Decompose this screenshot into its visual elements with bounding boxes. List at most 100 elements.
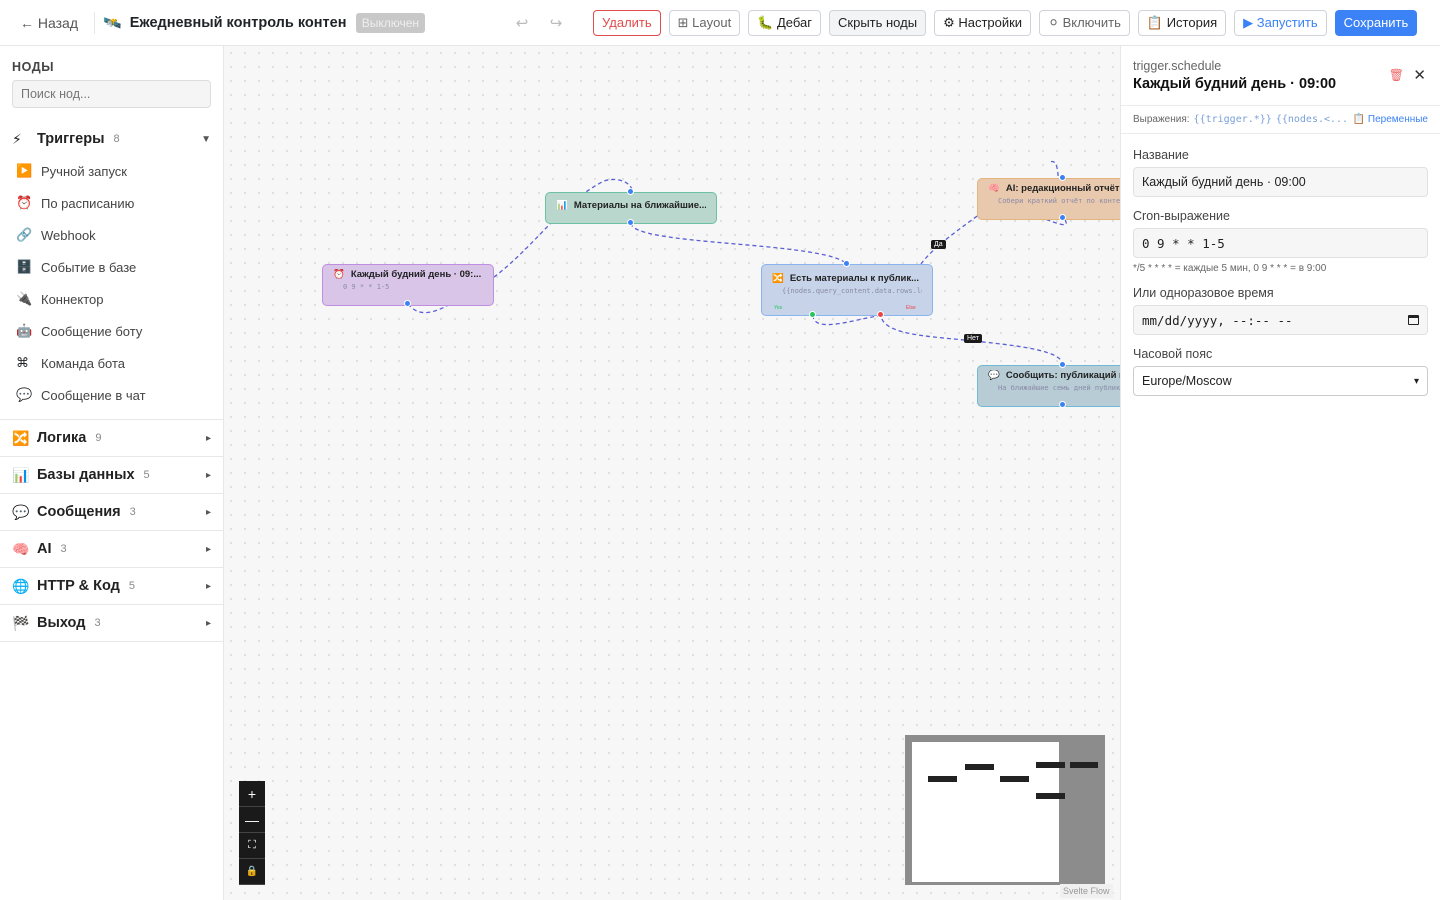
satellite-icon: 🛰️ xyxy=(103,14,122,32)
field-name: Название Каждый будний день · 09:00 xyxy=(1121,148,1440,197)
speech-bubble-icon: 💬 xyxy=(16,387,33,402)
trash-icon[interactable]: 🗑 xyxy=(1389,68,1404,82)
calendar-icon[interactable] xyxy=(1408,315,1419,325)
workflow-title[interactable]: Ежедневный контроль контен xyxy=(130,15,350,31)
sidebar-item-db-event[interactable]: 🗄️ Событие в базе xyxy=(0,251,223,283)
node-subtitle: {{nodes.query_content.data.rows.len xyxy=(782,287,922,295)
sidebar-item-bot-message[interactable]: 🤖 Сообщение боту xyxy=(0,315,223,347)
toolbar: ← Назад 🛰️ Ежедневный контроль контен Вы… xyxy=(0,0,1440,46)
edge-logic-msg[interactable] xyxy=(812,314,1064,367)
output-handle-no[interactable] xyxy=(877,311,884,318)
close-icon[interactable]: ✕ xyxy=(1413,66,1426,84)
globe-icon: 🌐 xyxy=(12,577,30,594)
undo-button[interactable]: ↩ xyxy=(505,14,539,32)
panel-title: Каждый будний день · 09:00 xyxy=(1133,76,1337,92)
edge-label-no: Нет xyxy=(964,334,982,343)
redo-button[interactable]: ↪ xyxy=(539,14,573,32)
input-handle[interactable] xyxy=(843,260,850,267)
expression-token[interactable]: {{trigger.*}} xyxy=(1194,114,1272,125)
node-palette-sidebar: НОДЫ ⚡ Триггеры 8 ▼ ▶️ Ручной запуск ⏰ По … xyxy=(0,46,224,900)
speech-bubble-icon: 💬 xyxy=(988,370,1000,381)
zoom-in-button[interactable]: + xyxy=(239,781,265,807)
lock-icon[interactable]: 🔒 xyxy=(239,859,265,885)
link-icon: 🔗 xyxy=(16,227,33,242)
field-label: Название xyxy=(1133,148,1189,162)
category-http-code[interactable]: 🌐 HTTP & Код 5 ▸ xyxy=(0,568,223,605)
save-button[interactable]: Сохранить xyxy=(1334,9,1418,36)
output-handle-yes[interactable] xyxy=(809,311,816,318)
node-subtitle: 0 9 * * 1-5 xyxy=(343,283,390,291)
sidebar-item-webhook[interactable]: 🔗 Webhook xyxy=(0,219,223,251)
lightning-icon: ⚡ xyxy=(12,130,22,147)
minimap[interactable] xyxy=(905,735,1105,885)
command-icon: ⌘ xyxy=(16,355,29,370)
input-handle[interactable] xyxy=(1059,361,1066,368)
checkered-flag-icon: 🏁 xyxy=(12,614,30,631)
bar-chart-icon: 📊 xyxy=(556,200,568,211)
run-button[interactable]: ▶ Запустить xyxy=(1234,9,1327,36)
category-count: 3 xyxy=(94,617,101,629)
chevron-right-icon: ▸ xyxy=(205,617,211,629)
field-timezone: Часовой пояс Europe/Moscow ▾ xyxy=(1121,347,1440,396)
fit-view-button[interactable]: ⛶ xyxy=(239,833,265,859)
zoom-out-button[interactable]: — xyxy=(239,807,265,833)
back-label: ← Назад xyxy=(20,14,79,31)
category-name: HTTP & Код xyxy=(37,578,120,594)
edge-db-logic[interactable] xyxy=(630,222,848,265)
trigger-items-list: ▶️ Ручной запуск ⏰ По расписанию 🔗 Webhook … xyxy=(0,155,223,420)
field-label: Cron-выражение xyxy=(1133,209,1230,223)
category-ai[interactable]: 🧠 AI 3 ▸ xyxy=(0,531,223,568)
sidebar-item-connector[interactable]: 🔌 Коннектор xyxy=(0,283,223,315)
category-count: 5 xyxy=(143,469,150,481)
input-handle[interactable] xyxy=(1059,174,1066,181)
output-handle[interactable] xyxy=(627,219,634,226)
node-title: Каждый будний день · 09:... xyxy=(350,269,482,280)
debug-button[interactable]: 🐛 Дебаг xyxy=(748,9,822,36)
datetime-input[interactable]: mm/dd/yyyy, --:-- -- xyxy=(1133,305,1428,335)
category-name: AI xyxy=(37,541,52,557)
back-button[interactable]: ← Назад xyxy=(12,9,86,37)
node-type: trigger.schedule xyxy=(1133,59,1222,73)
hide-nodes-button[interactable]: Скрыть ноды xyxy=(829,9,927,36)
expression-token[interactable]: {{nodes.<... xyxy=(1276,114,1348,125)
node-send-message[interactable]: 💬 Сообщить: публикаций не На ближайшие се… xyxy=(977,365,1120,407)
category-logic[interactable]: 🔀 Логика 9 ▸ xyxy=(0,420,223,457)
expressions-bar: Выражения: {{trigger.*}} {{nodes.<... 📋 … xyxy=(1121,106,1440,134)
output-handle[interactable] xyxy=(404,300,411,307)
category-triggers[interactable]: ⚡ Триггеры 8 ▼ xyxy=(0,123,223,155)
toolbar-divider xyxy=(94,11,96,34)
category-name: Базы данных xyxy=(37,467,135,483)
category-output[interactable]: 🏁 Выход 3 ▸ xyxy=(0,605,223,642)
chevron-down-icon: ▼ xyxy=(201,133,211,145)
history-button[interactable]: 📋 История xyxy=(1137,9,1227,36)
settings-button[interactable]: ⚙ Настройки xyxy=(934,9,1032,36)
category-messages[interactable]: 💬 Сообщения 3 ▸ xyxy=(0,494,223,531)
layout-button[interactable]: ⊞ Layout xyxy=(668,9,741,36)
name-input[interactable]: Каждый будний день · 09:00 xyxy=(1133,167,1428,197)
node-ai-report[interactable]: 🧠 AI: редакционный отчёт Собери краткий о… xyxy=(977,178,1120,220)
sidebar-item-bot-command[interactable]: ⌘ Команда бота xyxy=(0,347,223,379)
timezone-select[interactable]: Europe/Moscow ▾ xyxy=(1133,366,1428,396)
node-search-input[interactable] xyxy=(12,80,211,108)
sidebar-item-manual-run[interactable]: ▶️ Ручной запуск xyxy=(0,155,223,187)
category-databases[interactable]: 📊 Базы данных 5 ▸ xyxy=(0,457,223,494)
node-logic-if[interactable]: 🔀 Есть материалы к публик... {{nodes.quer… xyxy=(761,264,933,316)
output-handle[interactable] xyxy=(1059,401,1066,408)
sidebar-item-schedule[interactable]: ⏰ По расписанию xyxy=(0,187,223,219)
delete-button[interactable]: Удалить xyxy=(593,9,661,36)
plug-icon: 🔌 xyxy=(16,291,33,306)
category-count: 5 xyxy=(128,580,135,592)
flow-canvas[interactable]: ⏰ Каждый будний день · 09:... 0 9 * * 1-5… xyxy=(224,46,1120,900)
minimap-node xyxy=(1036,793,1065,799)
variables-button[interactable]: 📋 Переменные xyxy=(1353,114,1428,125)
chevron-right-icon: ▸ xyxy=(205,432,211,444)
node-subtitle: На ближайшие семь дней публикац xyxy=(998,384,1120,392)
sidebar-item-chat-message[interactable]: 💬 Сообщение в чат xyxy=(0,379,223,411)
cron-input[interactable]: 0 9 * * 1-5 xyxy=(1133,228,1428,258)
attribution-link[interactable]: Svelte Flow xyxy=(1060,884,1113,898)
enable-button[interactable]: ⚪ Включить xyxy=(1039,9,1130,36)
expressions-label: Выражения: xyxy=(1133,114,1190,125)
node-title: Материалы на ближайшие... xyxy=(573,200,706,211)
input-handle[interactable] xyxy=(627,188,634,195)
output-handle[interactable] xyxy=(1059,214,1066,221)
